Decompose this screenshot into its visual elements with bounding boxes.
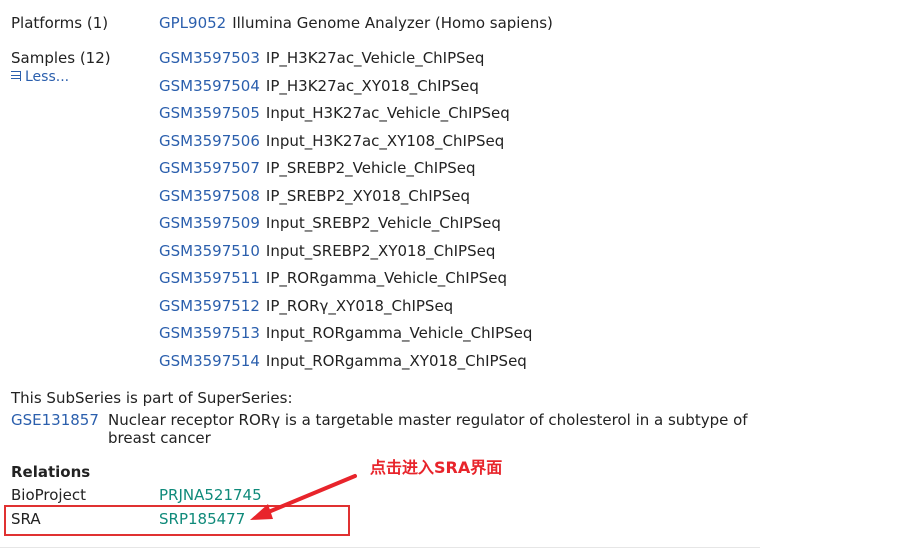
sample-row: GSM3597507 IP_SREBP2_Vehicle_ChIPSeq	[159, 159, 532, 187]
superseries-description: Nuclear receptor RORγ is a targetable ma…	[108, 411, 748, 447]
divider	[0, 547, 760, 548]
sample-title: Input_SREBP2_Vehicle_ChIPSeq	[265, 214, 501, 232]
sample-title: IP_SREBP2_XY018_ChIPSeq	[265, 186, 470, 205]
superseries-accession-link[interactable]: GSE131857	[11, 411, 99, 429]
platform-title: Illumina Genome Analyzer (Homo sapiens)	[232, 14, 553, 32]
less-toggle[interactable]: Less...	[11, 68, 69, 86]
sample-accession-link[interactable]: GSM3597504	[159, 77, 260, 95]
sample-row: GSM3597509 Input_SREBP2_Vehicle_ChIPSeq	[159, 214, 532, 242]
bioproject-label: BioProject	[11, 486, 86, 504]
superseries-intro: This SubSeries is part of SuperSeries:	[11, 389, 293, 407]
sample-title: IP_RORgamma_Vehicle_ChIPSeq	[265, 269, 508, 287]
sample-accession-link[interactable]: GSM3597507	[159, 159, 260, 177]
sra-highlight-box	[4, 505, 350, 536]
sample-row: GSM3597511 IP_RORgamma_Vehicle_ChIPSeq	[159, 269, 532, 297]
sample-row: GSM3597504 IP_H3K27ac_XY018_ChIPSeq	[159, 77, 532, 105]
sample-accession-link[interactable]: GSM3597503	[159, 49, 260, 67]
sample-title: Input_H3K27ac_XY108_ChIPSeq	[265, 131, 505, 150]
sample-title: IP_RORγ_XY018_ChIPSeq	[265, 296, 454, 315]
samples-list: GSM3597503 IP_H3K27ac_Vehicle_ChIPSeq GSM…	[159, 49, 532, 379]
sample-title: Input_RORgamma_Vehicle_ChIPSeq	[265, 324, 533, 342]
sample-title: IP_SREBP2_Vehicle_ChIPSeq	[265, 159, 476, 177]
collapse-icon	[11, 71, 21, 81]
sample-row: GSM3597505 Input_H3K27ac_Vehicle_ChIPSeq	[159, 104, 532, 132]
sample-accession-link[interactable]: GSM3597505	[159, 104, 260, 122]
platforms-label: Platforms (1)	[11, 14, 109, 32]
less-toggle-label: Less...	[25, 69, 70, 85]
relations-heading: Relations	[11, 463, 91, 481]
sample-title: Input_SREBP2_XY018_ChIPSeq	[265, 241, 496, 260]
sample-accession-link[interactable]: GSM3597508	[159, 187, 260, 205]
sample-accession-link[interactable]: GSM3597511	[159, 269, 260, 287]
sample-accession-link[interactable]: GSM3597513	[159, 324, 260, 342]
sample-row: GSM3597506 Input_H3K27ac_XY108_ChIPSeq	[159, 132, 532, 160]
bioproject-link[interactable]: PRJNA521745	[159, 486, 262, 504]
sample-accession-link[interactable]: GSM3597506	[159, 132, 260, 150]
platform-item: GPL9052 Illumina Genome Analyzer (Homo sa…	[159, 14, 553, 32]
samples-label: Samples (12)	[11, 49, 111, 67]
sample-row: GSM3597508 IP_SREBP2_XY018_ChIPSeq	[159, 187, 532, 215]
sample-row: GSM3597513 Input_RORgamma_Vehicle_ChIPSeq	[159, 324, 532, 352]
sample-accession-link[interactable]: GSM3597512	[159, 297, 260, 315]
geo-series-page: Platforms (1) GPL9052 Illumina Genome Ana…	[0, 0, 900, 552]
sample-title: Input_RORgamma_XY018_ChIPSeq	[265, 351, 527, 370]
sample-accession-link[interactable]: GSM3597510	[159, 242, 260, 260]
sample-row: GSM3597512 IP_RORγ_XY018_ChIPSeq	[159, 297, 532, 325]
annotation-label: 点击进入SRA界面	[370, 458, 503, 477]
sample-row: GSM3597510 Input_SREBP2_XY018_ChIPSeq	[159, 242, 532, 270]
sample-title: IP_H3K27ac_Vehicle_ChIPSeq	[265, 49, 485, 67]
platform-accession-link[interactable]: GPL9052	[159, 14, 226, 32]
sample-row: GSM3597514 Input_RORgamma_XY018_ChIPSeq	[159, 352, 532, 380]
sample-row: GSM3597503 IP_H3K27ac_Vehicle_ChIPSeq	[159, 49, 532, 77]
sample-accession-link[interactable]: GSM3597514	[159, 352, 260, 370]
sample-accession-link[interactable]: GSM3597509	[159, 214, 260, 232]
sample-title: Input_H3K27ac_Vehicle_ChIPSeq	[265, 104, 510, 122]
sample-title: IP_H3K27ac_XY018_ChIPSeq	[265, 76, 479, 95]
